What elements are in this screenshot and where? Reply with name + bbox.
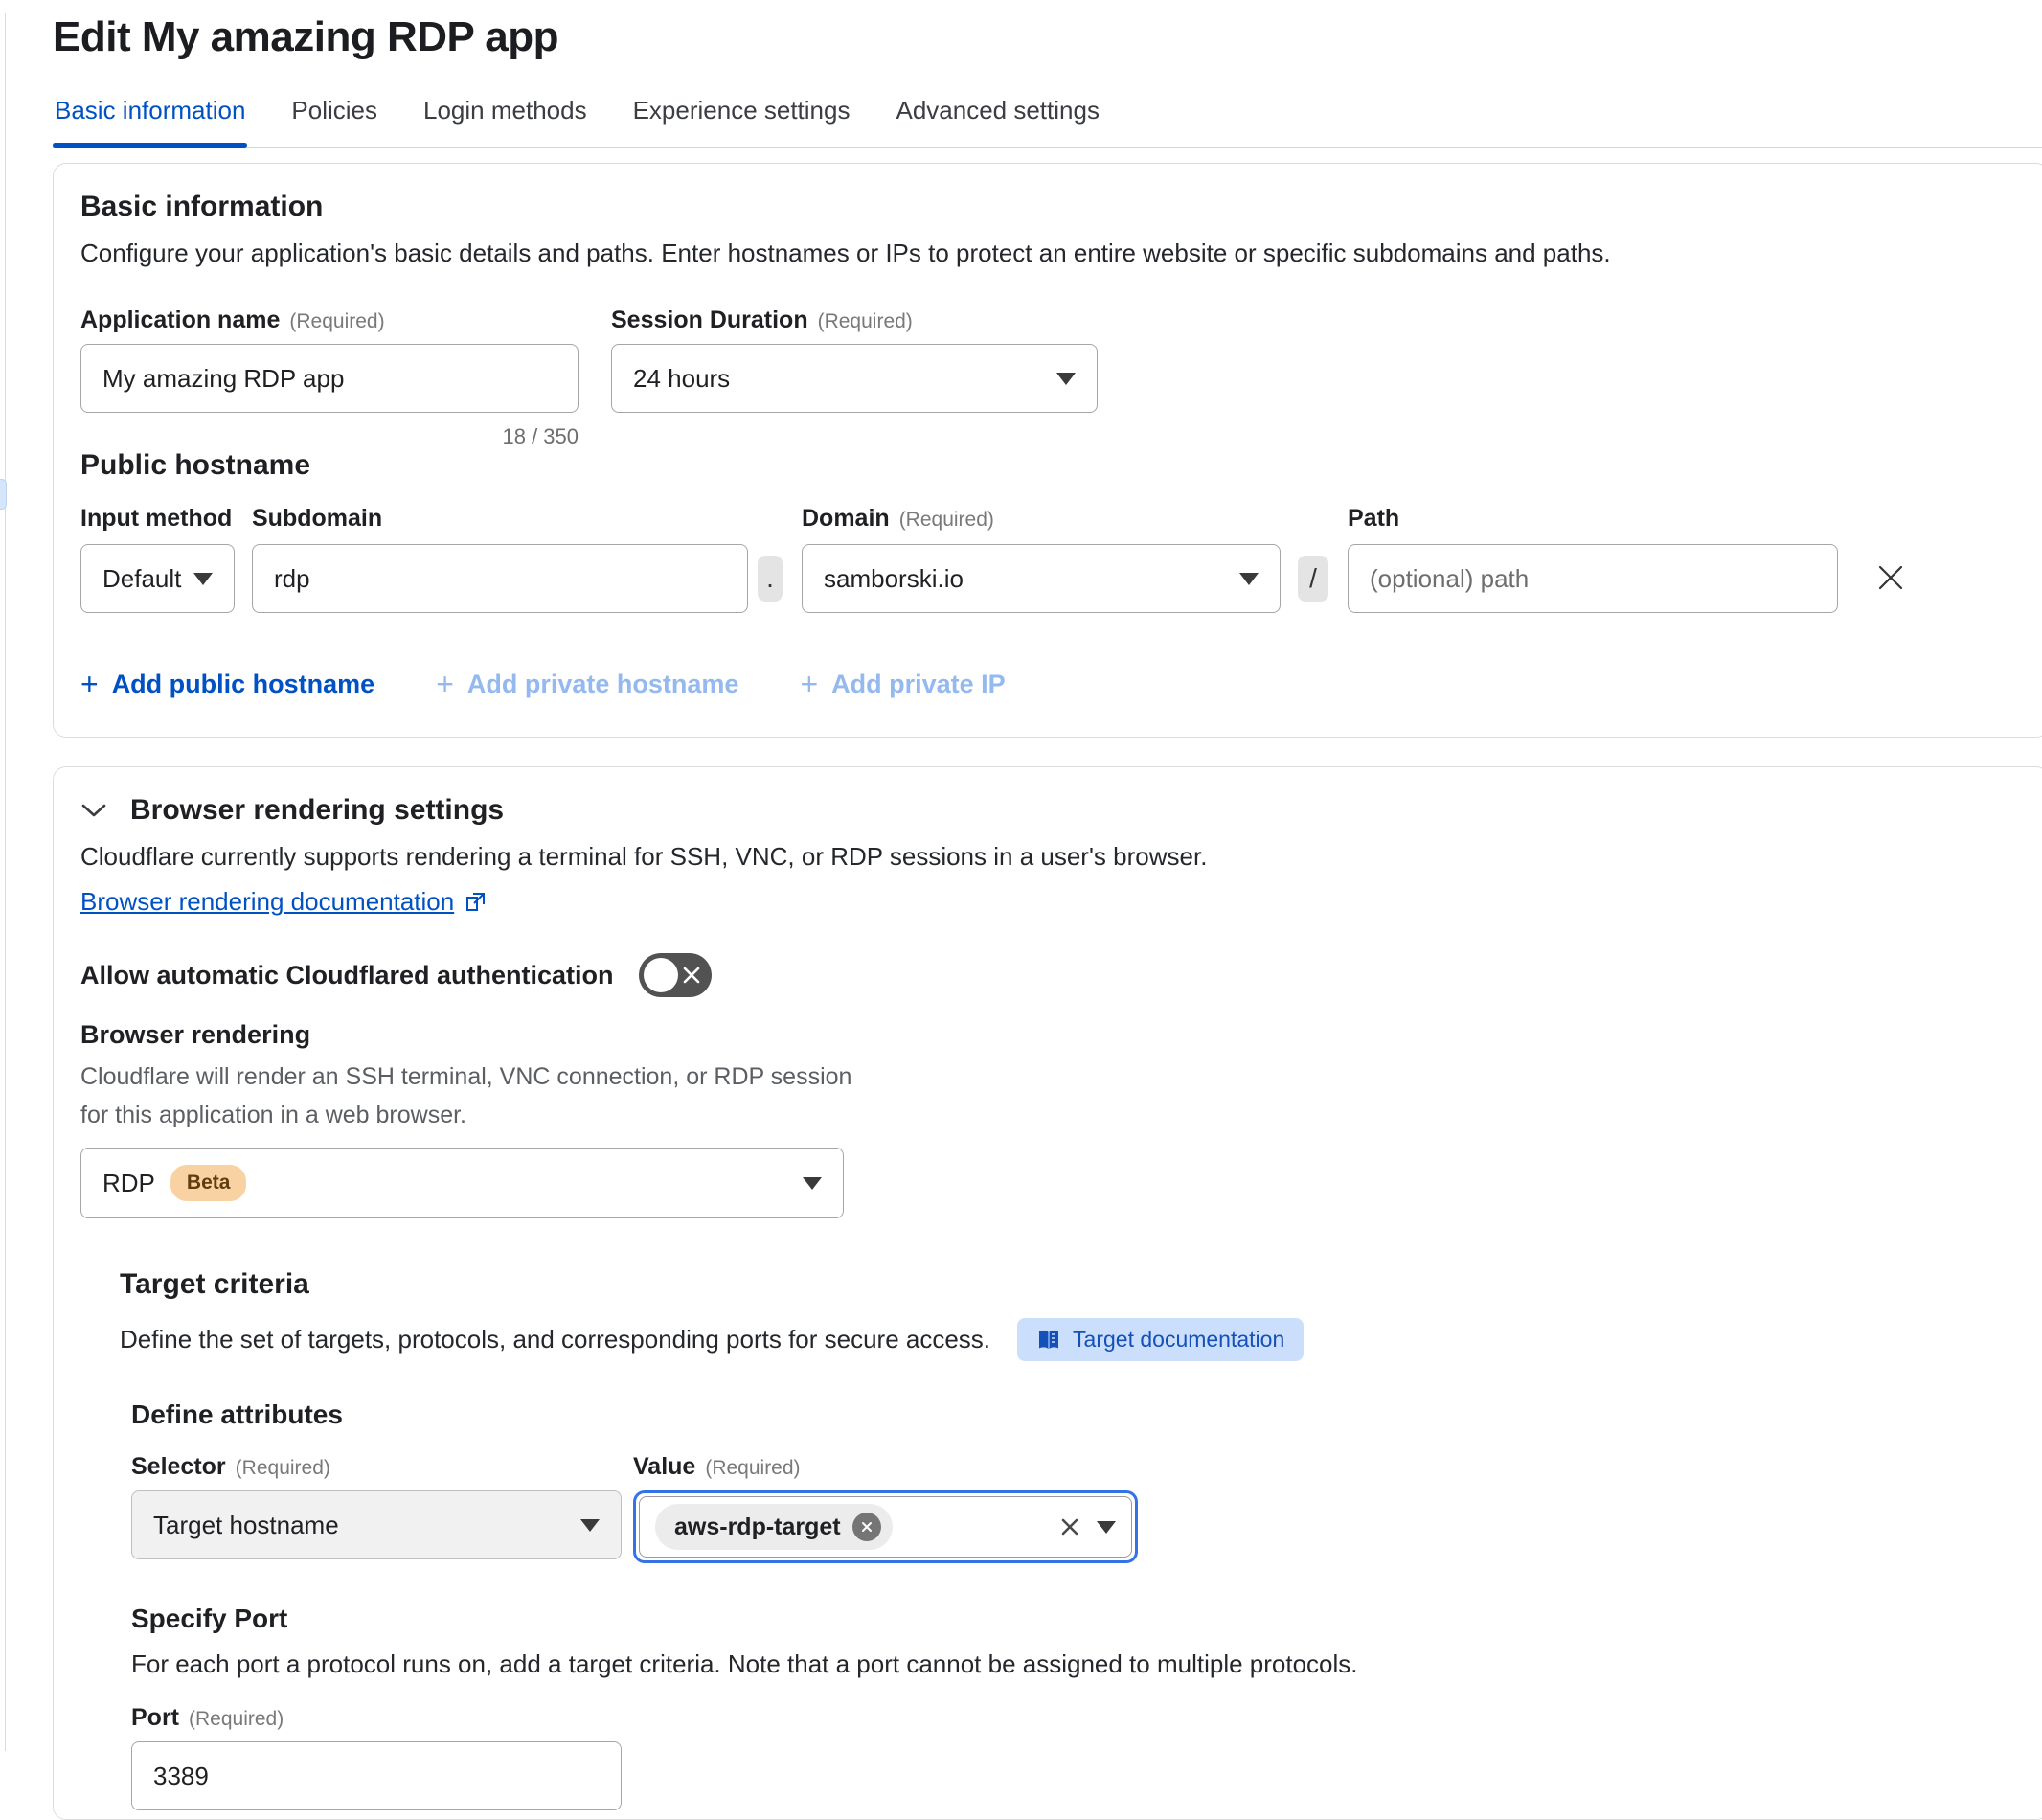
input-method-select[interactable]: Default	[80, 544, 235, 613]
tab-bar: Basic information Policies Login methods…	[53, 88, 2042, 148]
hostname-actions: + Add public hostname + Add private host…	[80, 667, 2022, 702]
public-hostname-heading: Public hostname	[80, 449, 2022, 482]
value-label: Value	[633, 1453, 695, 1480]
basic-information-description: Configure your application's basic detai…	[80, 239, 2022, 268]
basic-information-heading: Basic information	[80, 191, 2022, 223]
cloudflared-auth-toggle[interactable]	[639, 953, 712, 997]
add-private-ip-button[interactable]: + Add private IP	[800, 667, 1005, 702]
specify-port-heading: Specify Port	[131, 1604, 2022, 1634]
session-duration-value: 24 hours	[633, 364, 730, 394]
add-private-ip-label: Add private IP	[831, 670, 1006, 699]
session-duration-required: (Required)	[818, 310, 913, 332]
browser-rendering-doc-link[interactable]: Browser rendering documentation	[80, 887, 487, 917]
remove-hostname-button[interactable]	[1874, 561, 1907, 594]
toggle-off-x-icon	[681, 965, 702, 986]
domain-label: Domain	[802, 505, 890, 532]
chevron-down-icon	[580, 1519, 600, 1532]
application-name-required: (Required)	[289, 310, 384, 332]
path-label: Path	[1348, 505, 1838, 533]
port-label: Port	[131, 1704, 179, 1731]
tab-advanced-settings[interactable]: Advanced settings	[894, 88, 1100, 147]
tab-experience-settings[interactable]: Experience settings	[631, 88, 852, 147]
session-duration-label: Session Duration	[611, 307, 808, 333]
plus-icon: +	[80, 667, 99, 702]
edit-application-page: Edit My amazing RDP app Basic informatio…	[0, 13, 2042, 1820]
chevron-down-icon	[803, 1177, 822, 1190]
subdomain-input[interactable]	[252, 544, 748, 613]
tab-basic-information[interactable]: Basic information	[53, 88, 247, 147]
remove-tag-button[interactable]	[852, 1513, 881, 1541]
application-name-label: Application name	[80, 307, 280, 333]
close-icon	[1058, 1515, 1081, 1538]
chevron-down-icon	[193, 573, 213, 585]
define-attributes-section: Define attributes Selector (Required) Val…	[131, 1399, 2022, 1810]
chevron-down-icon	[1239, 573, 1259, 585]
browser-rendering-description: Cloudflare currently supports rendering …	[80, 842, 2022, 872]
port-required: (Required)	[189, 1708, 284, 1730]
specify-port-section: Specify Port For each port a protocol ru…	[131, 1604, 2022, 1810]
browser-rendering-doc-link-label: Browser rendering documentation	[80, 887, 454, 917]
session-duration-select[interactable]: 24 hours	[611, 344, 1098, 413]
dot-separator: .	[758, 556, 783, 602]
add-public-hostname-label: Add public hostname	[112, 670, 375, 699]
port-input[interactable]	[131, 1741, 622, 1810]
browser-rendering-select-description: Cloudflare will render an SSH terminal, …	[80, 1058, 866, 1134]
selector-select[interactable]: Target hostname	[131, 1490, 622, 1559]
add-public-hostname-button[interactable]: + Add public hostname	[80, 667, 374, 702]
value-multiselect[interactable]: aws-rdp-target	[639, 1496, 1132, 1558]
chevron-down-icon	[1097, 1521, 1116, 1534]
browser-rendering-select[interactable]: RDP Beta	[80, 1148, 844, 1218]
subdomain-label: Subdomain	[252, 505, 748, 533]
define-attributes-heading: Define attributes	[131, 1399, 2022, 1430]
basic-information-card: Basic information Configure your applica…	[53, 163, 2042, 738]
browser-rendering-select-label: Browser rendering	[80, 1020, 2022, 1050]
tab-login-methods[interactable]: Login methods	[421, 88, 589, 147]
add-private-hostname-button[interactable]: + Add private hostname	[436, 667, 738, 702]
application-name-char-count: 18 / 350	[80, 424, 579, 449]
specify-port-description: For each port a protocol runs on, add a …	[131, 1649, 2022, 1679]
book-icon	[1036, 1329, 1061, 1352]
plus-icon: +	[436, 667, 454, 702]
selector-required: (Required)	[236, 1457, 330, 1479]
collapse-section-button[interactable]	[80, 802, 107, 819]
left-edge-highlight	[0, 479, 7, 510]
cloudflared-auth-toggle-label: Allow automatic Cloudflared authenticati…	[80, 961, 614, 990]
value-tag: aws-rdp-target	[655, 1504, 893, 1550]
value-required: (Required)	[705, 1457, 800, 1479]
application-name-input[interactable]	[80, 344, 579, 413]
value-multiselect-focus-ring: aws-rdp-target	[633, 1490, 1138, 1563]
close-icon	[1874, 561, 1907, 594]
domain-select[interactable]: samborski.io	[802, 544, 1281, 613]
page-title: Edit My amazing RDP app	[53, 13, 2042, 61]
left-panel-divider	[5, 13, 6, 1751]
target-documentation-label: Target documentation	[1073, 1327, 1284, 1353]
path-input[interactable]	[1348, 544, 1838, 613]
selector-label: Selector	[131, 1453, 226, 1480]
beta-badge: Beta	[170, 1165, 247, 1201]
input-method-label: Input method	[80, 505, 235, 533]
public-hostname-row: Input method Default Subdomain . Domain (…	[80, 505, 2022, 613]
target-criteria-heading: Target criteria	[120, 1268, 2022, 1301]
input-method-value: Default	[102, 564, 181, 594]
tab-policies[interactable]: Policies	[289, 88, 379, 147]
add-private-hostname-label: Add private hostname	[467, 670, 739, 699]
target-documentation-badge[interactable]: Target documentation	[1017, 1318, 1304, 1361]
chevron-down-icon	[80, 802, 107, 819]
target-criteria-description: Define the set of targets, protocols, an…	[120, 1325, 990, 1354]
clear-value-button[interactable]	[1058, 1515, 1081, 1538]
external-link-icon	[464, 891, 487, 914]
plus-icon: +	[800, 667, 818, 702]
value-tag-label: aws-rdp-target	[674, 1513, 841, 1541]
domain-value: samborski.io	[824, 564, 964, 594]
chevron-down-icon	[1056, 373, 1076, 385]
toggle-knob	[644, 958, 678, 992]
browser-rendering-heading: Browser rendering settings	[130, 794, 504, 827]
target-criteria-section: Target criteria Define the set of target…	[120, 1268, 2022, 1810]
browser-rendering-select-value: RDP	[102, 1169, 155, 1198]
selector-value: Target hostname	[153, 1511, 339, 1540]
browser-rendering-card: Browser rendering settings Cloudflare cu…	[53, 766, 2042, 1820]
domain-required: (Required)	[899, 509, 994, 531]
close-icon	[860, 1520, 874, 1534]
slash-separator: /	[1298, 556, 1328, 602]
